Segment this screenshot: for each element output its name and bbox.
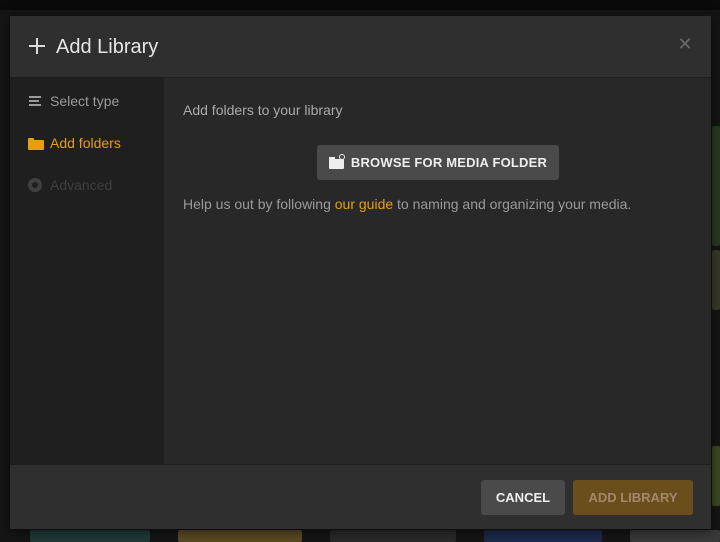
guide-link[interactable]: our guide bbox=[335, 196, 393, 212]
add-library-dialog: Add Library ✕ Select type Add folders Ad… bbox=[10, 16, 711, 529]
background-tile bbox=[712, 446, 720, 506]
gear-icon bbox=[28, 178, 42, 192]
background-tile bbox=[330, 530, 456, 542]
background-tile bbox=[630, 530, 720, 542]
dialog-header: Add Library ✕ bbox=[10, 16, 711, 78]
background-tile bbox=[484, 530, 602, 542]
background-tile bbox=[712, 250, 720, 310]
background-tile bbox=[30, 530, 150, 542]
sidebar-item-label: Add folders bbox=[50, 135, 121, 151]
plus-icon bbox=[29, 38, 45, 54]
help-text: Help us out by following our guide to na… bbox=[183, 196, 631, 212]
folder-icon bbox=[28, 136, 44, 150]
dialog-title: Add Library bbox=[56, 36, 159, 58]
dialog-content: Add folders to your library BROWSE FOR M… bbox=[164, 78, 711, 464]
list-icon bbox=[28, 94, 42, 108]
sidebar-item-label: Select type bbox=[50, 93, 120, 109]
add-library-button: ADD LIBRARY bbox=[573, 480, 693, 515]
sidebar-item-label: Advanced bbox=[50, 177, 113, 193]
browse-media-folder-button[interactable]: BROWSE FOR MEDIA FOLDER bbox=[317, 145, 559, 180]
sidebar-item-add-folders[interactable]: Add folders bbox=[28, 133, 121, 153]
dialog-footer: CANCEL ADD LIBRARY bbox=[10, 464, 711, 529]
help-text-prefix: Help us out by following bbox=[183, 196, 335, 212]
browse-button-label: BROWSE FOR MEDIA FOLDER bbox=[350, 155, 548, 170]
help-text-suffix: to naming and organizing your media. bbox=[393, 196, 632, 212]
section-heading: Add folders to your library bbox=[183, 102, 343, 118]
cancel-button[interactable]: CANCEL bbox=[481, 480, 565, 515]
close-icon[interactable]: ✕ bbox=[677, 35, 693, 53]
sidebar-item-advanced: Advanced bbox=[28, 175, 112, 195]
sidebar-item-select-type[interactable]: Select type bbox=[28, 91, 119, 111]
background-tile bbox=[178, 530, 302, 542]
add-folder-icon bbox=[328, 154, 345, 169]
background-tile bbox=[712, 126, 720, 246]
background-topbar bbox=[0, 0, 720, 10]
wizard-sidebar: Select type Add folders Advanced bbox=[10, 78, 164, 464]
